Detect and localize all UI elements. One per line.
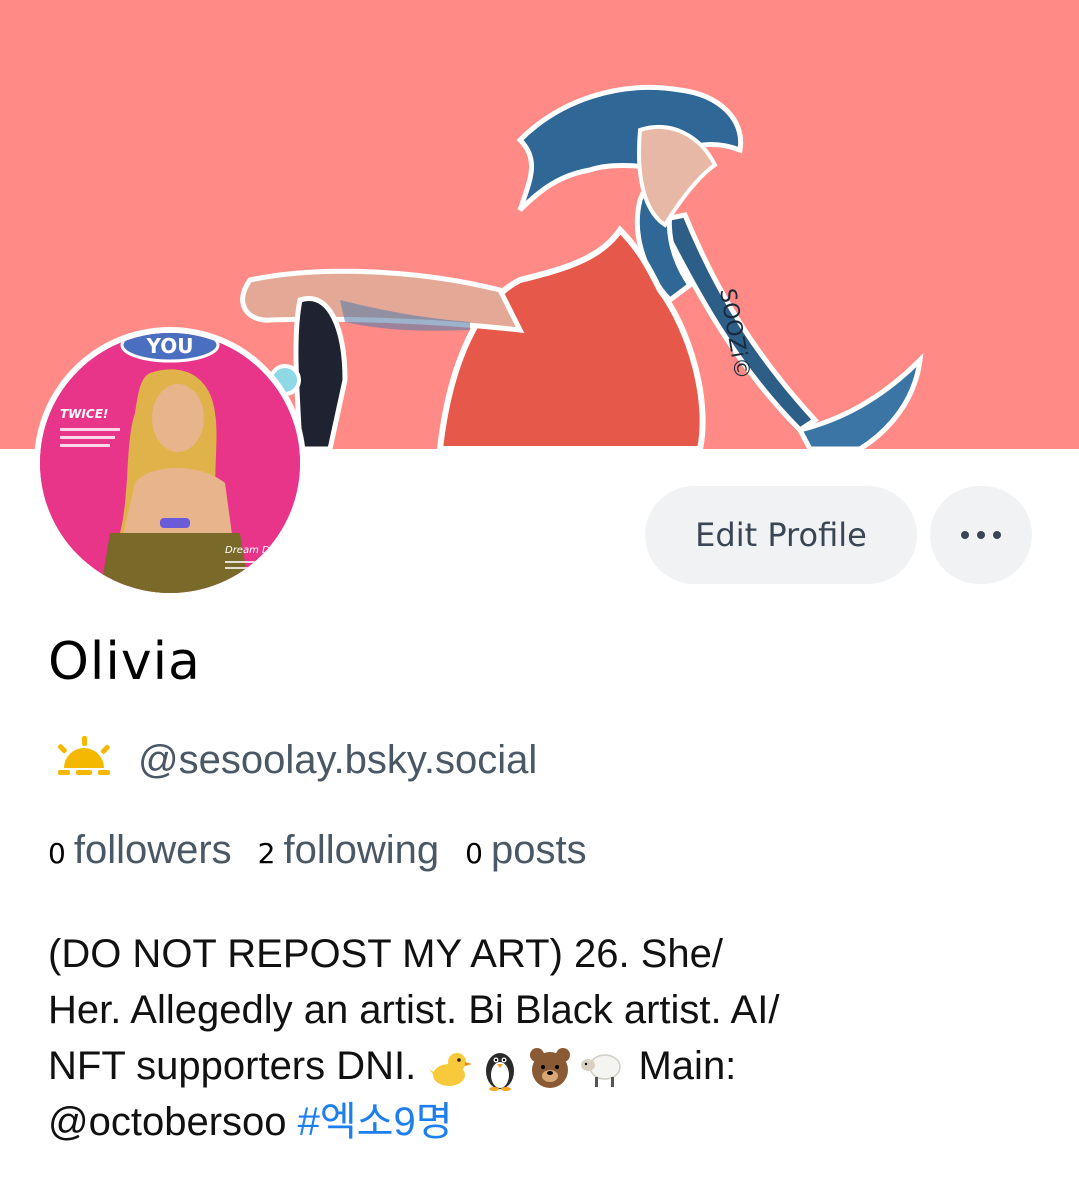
- bio-line: Her. Allegedly an artist. Bi Black artis…: [48, 988, 780, 1032]
- followers-link[interactable]: followers: [74, 828, 232, 873]
- chick-icon: [429, 1053, 473, 1087]
- followers-count: 0: [48, 837, 66, 870]
- bio-line: NFT supporters DNI. Main:: [48, 1038, 1038, 1094]
- sheep-icon: [581, 1054, 622, 1088]
- avatar-title: YOU: [145, 334, 193, 358]
- sunrise-icon: [57, 736, 110, 775]
- ellipsis-icon: [936, 531, 1026, 539]
- bio-mention[interactable]: @octobersoo: [48, 1100, 298, 1144]
- handle-row: @sesoolay.bsky.social: [48, 732, 537, 788]
- edit-profile-button[interactable]: Edit Profile: [645, 486, 917, 584]
- bio-text: Main:: [638, 1044, 737, 1088]
- profile-bio: (DO NOT REPOST MY ART) 26. She/ Her. All…: [48, 926, 1038, 1150]
- avatar-twice: TWICE!: [60, 407, 108, 421]
- bio-hashtag[interactable]: #엑소9명: [298, 1100, 453, 1144]
- bio-text: NFT supporters DNI.: [48, 1044, 428, 1088]
- bear-icon: [530, 1048, 571, 1089]
- penguin-icon: [486, 1053, 515, 1092]
- profile-handle[interactable]: @sesoolay.bsky.social: [138, 738, 537, 783]
- profile-stats: 0 followers 2 following 0 posts: [48, 828, 613, 873]
- avatar[interactable]: YOU TWICE! Dream Drea: [34, 327, 306, 599]
- avatar-artwork: YOU TWICE! Dream Drea: [40, 333, 300, 593]
- bio-line: (DO NOT REPOST MY ART) 26. She/: [48, 932, 724, 976]
- bio-line: @octobersoo #엑소9명: [48, 1094, 1038, 1150]
- more-options-button[interactable]: [930, 486, 1032, 584]
- posts-label: posts: [490, 828, 587, 872]
- following-link[interactable]: following: [284, 828, 440, 873]
- posts-count: 0: [465, 837, 483, 870]
- following-count: 2: [257, 837, 276, 870]
- display-name: Olivia: [48, 632, 201, 692]
- avatar-dream: Dream Drea: [225, 545, 286, 556]
